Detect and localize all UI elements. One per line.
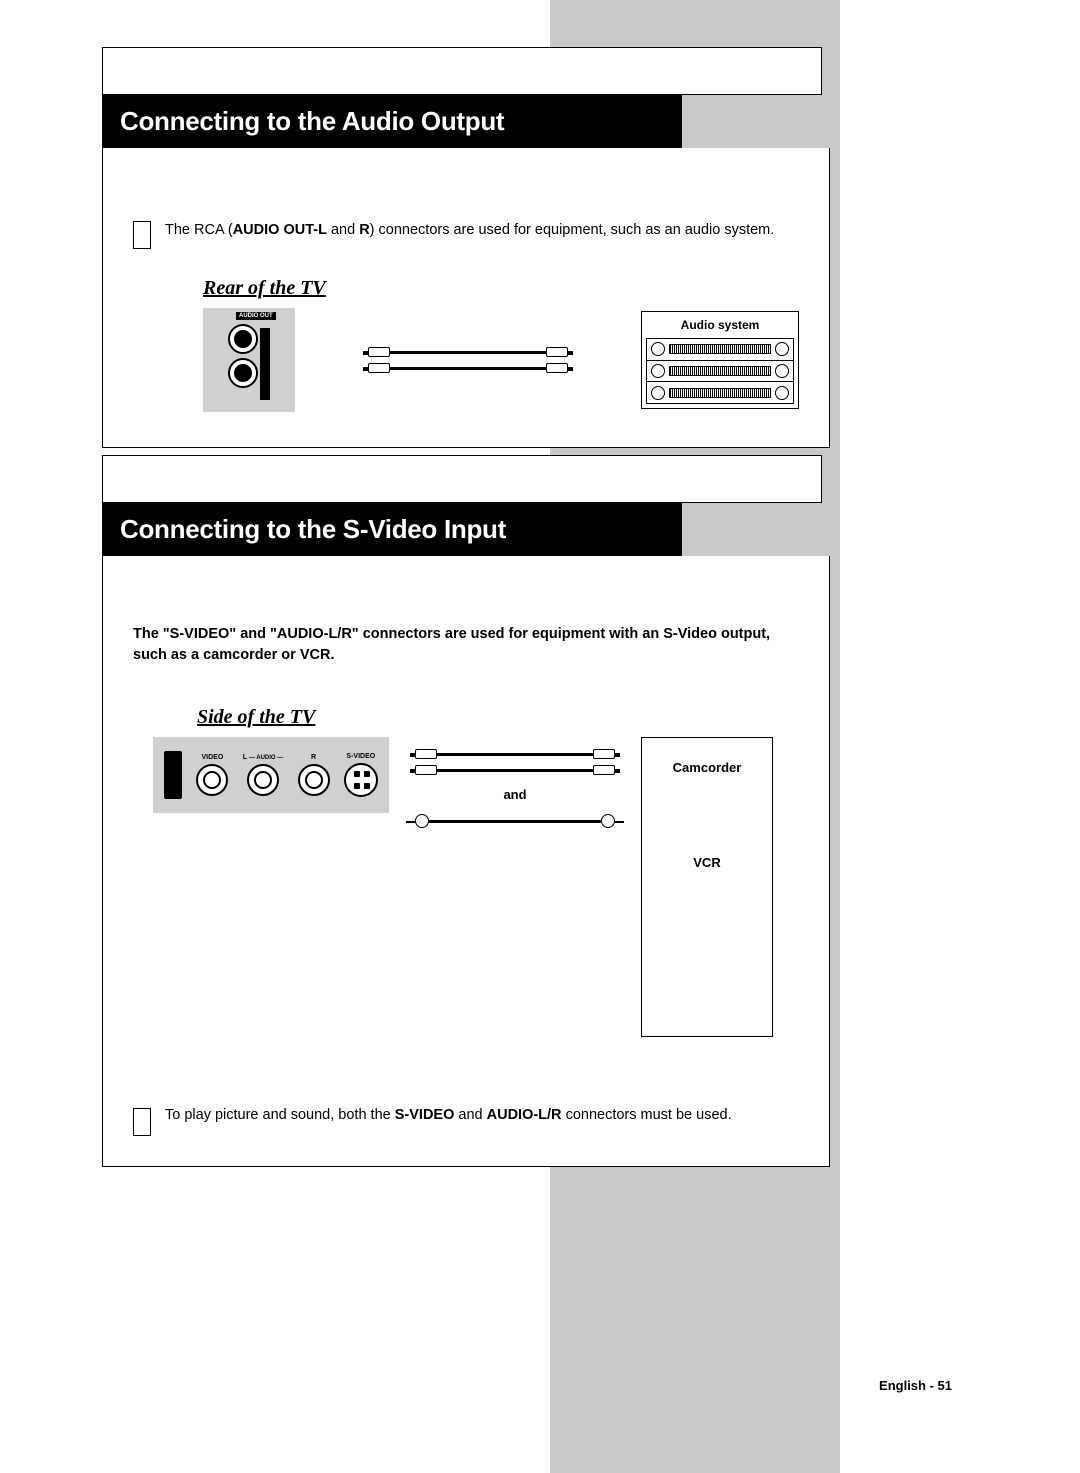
section2-note: To play picture and sound, both the S-VI… [133, 1107, 799, 1136]
section2-title-wrap: Connecting to the S-Video Input [102, 455, 952, 556]
section2-note-text: To play picture and sound, both the S-VI… [165, 1107, 732, 1123]
cables-graphic: and [415, 749, 615, 828]
audio-l-jack-icon [247, 764, 279, 796]
vcr-label: VCR [693, 855, 720, 870]
rca-jack-r-icon [228, 358, 258, 388]
rca-jack-l-icon [228, 324, 258, 354]
video-port: VIDEO [196, 754, 228, 796]
section1-box: The RCA (AUDIO OUT-L and R) connectors a… [102, 180, 830, 448]
tv-rear-panel-graphic: AUDIO OUT [203, 308, 295, 412]
plug-icon [368, 347, 390, 357]
section1-intro-text: The RCA (AUDIO OUT-L and R) connectors a… [165, 220, 774, 241]
section2-title: Connecting to the S-Video Input [102, 503, 682, 556]
plug-icon [546, 347, 568, 357]
plug-icon [593, 749, 615, 759]
audio-system-label: Audio system [646, 318, 794, 332]
page-footer: English - 51 [240, 1378, 1080, 1393]
section1-diagram: AUDIO OUT Audio system [133, 308, 799, 412]
plug-icon [546, 363, 568, 373]
note-icon [133, 221, 151, 249]
title-rule-1 [102, 47, 822, 95]
side-of-tv-heading: Side of the TV [197, 706, 799, 729]
audio-system-icon [646, 338, 794, 404]
section2-intro: The "S-VIDEO" and "AUDIO-L/R" connectors… [133, 624, 799, 666]
spacer [102, 556, 830, 588]
camcorder-label: Camcorder [673, 760, 742, 775]
tv-side-panel-graphic: VIDEO L — AUDIO — R [153, 737, 389, 813]
note-icon [133, 1108, 151, 1136]
audio-system-device: Audio system [641, 311, 799, 409]
plug-icon [415, 749, 437, 759]
section1-intro: The RCA (AUDIO OUT-L and R) connectors a… [133, 220, 799, 249]
section2-box: The "S-VIDEO" and "AUDIO-L/R" connectors… [102, 588, 830, 1167]
svideo-plug-icon [415, 814, 429, 828]
section1-title-wrap: Connecting to the Audio Output [102, 47, 952, 148]
spacer [102, 148, 830, 180]
av-in-tab-icon [164, 751, 182, 799]
audio-cable-graphic [368, 347, 568, 373]
plug-icon [415, 765, 437, 775]
devices-box: Camcorder VCR [641, 737, 773, 1037]
section1-title: Connecting to the Audio Output [102, 95, 682, 148]
section2-diagram: VIDEO L — AUDIO — R [153, 737, 799, 1037]
plug-icon [593, 765, 615, 775]
audio-r-jack-icon [298, 764, 330, 796]
audio-vert-label [260, 328, 270, 400]
audio-r-port: R [298, 754, 330, 796]
svideo-plug-icon [601, 814, 615, 828]
title-rule-2 [102, 455, 822, 503]
audio-out-label: AUDIO OUT [236, 312, 276, 320]
manual-page: Connecting to the Audio Output The RCA (… [0, 0, 1080, 1227]
and-label: and [503, 787, 526, 802]
svideo-jack-icon [344, 763, 378, 797]
svideo-port: S-VIDEO [344, 753, 378, 797]
rear-of-tv-heading: Rear of the TV [203, 277, 799, 300]
video-jack-icon [196, 764, 228, 796]
plug-icon [368, 363, 390, 373]
audio-l-port: L — AUDIO — [243, 754, 284, 796]
